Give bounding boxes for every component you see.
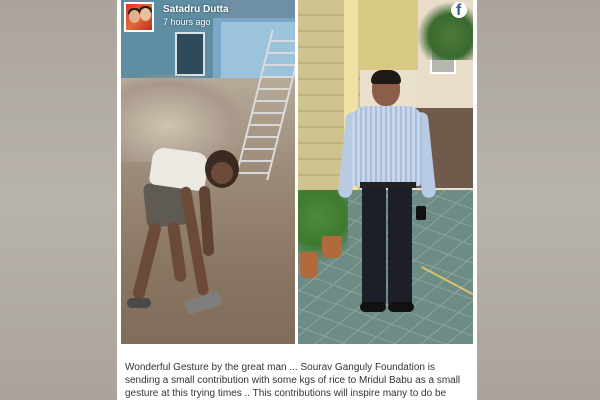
avatar-face xyxy=(129,10,140,23)
phone xyxy=(416,206,426,220)
building-window xyxy=(175,32,205,76)
caption-line: gesture at this trying times .. This con… xyxy=(125,388,447,399)
man-hair xyxy=(371,70,401,84)
post-timestamp[interactable]: 7 hours ago xyxy=(163,17,211,27)
rubble-pile xyxy=(121,72,251,162)
plant-pot xyxy=(300,252,318,278)
avatar[interactable] xyxy=(124,2,154,32)
post-photo-laborer[interactable] xyxy=(121,0,295,344)
facebook-post-card: f Satadru Dutta 7 hours ago Wonderful Ge… xyxy=(117,0,477,400)
man-trouser-leg xyxy=(362,186,386,306)
background-right xyxy=(477,0,600,400)
author-name[interactable]: Satadru Dutta xyxy=(163,4,229,15)
laborer-face xyxy=(211,162,233,184)
man-trouser-leg xyxy=(388,186,412,306)
avatar-face xyxy=(140,8,151,21)
post-header: Satadru Dutta 7 hours ago xyxy=(121,0,295,32)
laborer-vest xyxy=(148,146,210,192)
plant-pot xyxy=(322,236,342,258)
shoe xyxy=(388,302,414,312)
background-left xyxy=(0,0,117,400)
man-belt xyxy=(360,182,416,188)
man-striped-shirt xyxy=(352,106,422,186)
post-photo-ganguly[interactable]: f xyxy=(298,0,473,344)
post-caption: Wonderful Gesture by the great man ... S… xyxy=(125,361,471,400)
caption-line: Wonderful Gesture by the great man ... S… xyxy=(125,362,435,373)
facebook-icon: f xyxy=(451,2,467,18)
shoe xyxy=(360,302,386,312)
sandal xyxy=(127,298,151,308)
caption-line: sending a small contribution with some k… xyxy=(125,375,461,386)
porch-roof xyxy=(358,0,418,70)
